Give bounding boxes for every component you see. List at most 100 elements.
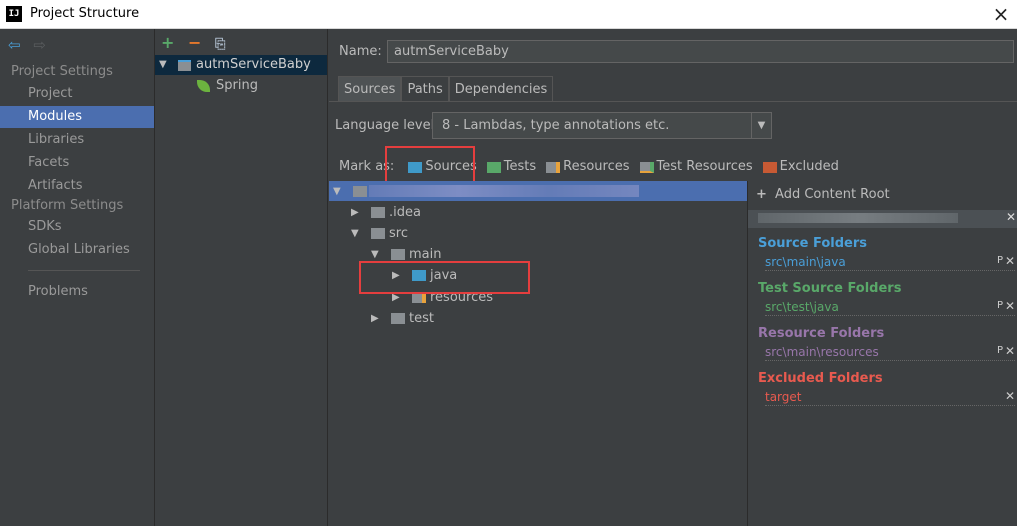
content-roots-panel: + Add Content Root ✕ Source Folders src\… bbox=[747, 181, 1017, 526]
test-source-folders-header: Test Source Folders bbox=[758, 281, 902, 296]
module-folder-icon bbox=[178, 60, 191, 71]
facet-row[interactable]: Spring bbox=[155, 76, 327, 96]
redacted-path bbox=[758, 213, 958, 223]
source-folder-entry[interactable]: src\main\java P ✕ bbox=[765, 254, 1015, 271]
test-folder-icon bbox=[486, 161, 501, 173]
modules-toolbar: + − ⎘ bbox=[161, 33, 225, 52]
nav-item-sdks[interactable]: SDKs bbox=[0, 216, 154, 238]
mark-test-resources-button[interactable]: Test Resources bbox=[639, 158, 753, 176]
add-content-root-label: Add Content Root bbox=[775, 187, 890, 202]
tree-row-src[interactable]: ▼ src bbox=[351, 223, 408, 244]
tree-label-idea: .idea bbox=[389, 205, 421, 220]
remove-icon[interactable]: ✕ bbox=[1005, 344, 1015, 358]
folder-icon bbox=[371, 207, 385, 218]
mark-test-resources-label: Test Resources bbox=[656, 159, 753, 174]
intellij-app-icon: IJ bbox=[6, 6, 22, 22]
expand-arrow-icon[interactable]: ▶ bbox=[351, 202, 371, 223]
facet-name-label: Spring bbox=[216, 78, 258, 93]
expand-arrow-icon[interactable]: ▶ bbox=[371, 308, 391, 329]
collapse-arrow-icon[interactable]: ▼ bbox=[333, 181, 353, 202]
mark-excluded-label: Excluded bbox=[779, 159, 839, 174]
plus-icon: + bbox=[756, 187, 767, 202]
settings-nav: ⇦ ⇨ Project Settings Project Modules Lib… bbox=[0, 29, 155, 526]
collapse-arrow-icon[interactable]: ▼ bbox=[351, 223, 371, 244]
excluded-folder-entry[interactable]: target ✕ bbox=[765, 389, 1015, 406]
nav-item-global-libraries[interactable]: Global Libraries bbox=[0, 239, 154, 261]
forward-arrow-icon[interactable]: ⇨ bbox=[33, 36, 46, 54]
test-source-folder-entry[interactable]: src\test\java P ✕ bbox=[765, 299, 1015, 316]
add-content-root-button[interactable]: + Add Content Root bbox=[756, 187, 890, 202]
source-folders-header: Source Folders bbox=[758, 236, 868, 251]
add-icon[interactable]: + bbox=[161, 33, 174, 52]
properties-icon[interactable]: P bbox=[997, 300, 1003, 311]
project-settings-header: Project Settings bbox=[11, 64, 113, 79]
language-level-label: Language level: bbox=[335, 118, 439, 133]
nav-item-libraries[interactable]: Libraries bbox=[0, 129, 154, 151]
spring-leaf-icon bbox=[197, 80, 210, 92]
remove-icon[interactable]: ✕ bbox=[1005, 389, 1015, 403]
excluded-folders-header: Excluded Folders bbox=[758, 371, 883, 386]
tree-label-src: src bbox=[389, 226, 408, 241]
chevron-down-icon[interactable]: ▼ bbox=[751, 113, 771, 138]
mark-resources-label: Resources bbox=[563, 159, 630, 174]
folder-icon bbox=[391, 249, 405, 260]
mark-tests-label: Tests bbox=[503, 159, 537, 174]
module-row[interactable]: ▼ autmServiceBaby bbox=[155, 55, 327, 75]
tree-row-idea[interactable]: ▶ .idea bbox=[351, 202, 421, 223]
language-level-select[interactable]: 8 - Lambdas, type annotations etc. ▼ bbox=[432, 112, 772, 139]
resource-folders-header: Resource Folders bbox=[758, 326, 885, 341]
nav-item-problems[interactable]: Problems bbox=[0, 281, 154, 303]
highlight-box-java bbox=[359, 261, 530, 294]
content-root-path-bar: ✕ bbox=[748, 210, 1017, 228]
test-source-folder-path: src\test\java bbox=[765, 300, 839, 314]
properties-icon[interactable]: P bbox=[997, 345, 1003, 356]
language-level-value: 8 - Lambdas, type annotations etc. bbox=[442, 118, 670, 133]
title-bar: IJ Project Structure × bbox=[0, 0, 1017, 29]
nav-item-facets[interactable]: Facets bbox=[0, 152, 154, 174]
folder-icon bbox=[371, 228, 385, 239]
tab-dependencies[interactable]: Dependencies bbox=[448, 76, 554, 101]
back-arrow-icon[interactable]: ⇦ bbox=[8, 36, 21, 54]
remove-root-icon[interactable]: ✕ bbox=[1006, 210, 1016, 224]
content-tree: ▼ ▶ .idea ▼ src ▼ main ▶ java ▶ resource… bbox=[329, 181, 747, 526]
folder-icon bbox=[353, 186, 367, 197]
properties-icon[interactable]: P bbox=[997, 255, 1003, 266]
tree-row-test[interactable]: ▶ test bbox=[371, 308, 434, 329]
nav-arrows: ⇦ ⇨ bbox=[8, 36, 46, 54]
resource-folder-path: src\main\resources bbox=[765, 345, 879, 359]
copy-icon[interactable]: ⎘ bbox=[215, 37, 225, 52]
tab-divider bbox=[329, 101, 1017, 102]
resource-folder-entry[interactable]: src\main\resources P ✕ bbox=[765, 344, 1015, 361]
nav-item-modules[interactable]: Modules bbox=[0, 106, 154, 128]
nav-item-project[interactable]: Project bbox=[0, 83, 154, 105]
mark-excluded-button[interactable]: Excluded bbox=[762, 158, 839, 176]
module-settings-panel: Name: autmServiceBaby Sources Paths Depe… bbox=[329, 29, 1017, 526]
close-icon[interactable]: × bbox=[989, 2, 1013, 26]
tree-label-test: test bbox=[409, 311, 434, 326]
mark-resources-button[interactable]: Resources bbox=[546, 158, 630, 176]
mark-tests-button[interactable]: Tests bbox=[486, 158, 537, 176]
nav-item-artifacts[interactable]: Artifacts bbox=[0, 175, 154, 197]
expand-arrow-icon[interactable]: ▼ bbox=[159, 55, 167, 75]
resource-folder-icon bbox=[546, 161, 561, 173]
module-name-label: autmServiceBaby bbox=[196, 57, 311, 72]
remove-icon[interactable]: − bbox=[188, 33, 201, 52]
nav-divider bbox=[28, 270, 140, 271]
window-title: Project Structure bbox=[30, 6, 140, 21]
remove-icon[interactable]: ✕ bbox=[1005, 299, 1015, 313]
modules-panel: + − ⎘ ▼ autmServiceBaby Spring bbox=[155, 29, 328, 526]
test-resource-folder-icon bbox=[639, 161, 654, 173]
source-folder-path: src\main\java bbox=[765, 255, 846, 269]
remove-icon[interactable]: ✕ bbox=[1005, 254, 1015, 268]
tree-row-root[interactable]: ▼ bbox=[329, 181, 747, 201]
tab-sources[interactable]: Sources bbox=[338, 76, 402, 101]
name-label: Name: bbox=[339, 44, 382, 59]
redacted-path bbox=[369, 185, 639, 197]
folder-icon bbox=[391, 313, 405, 324]
module-name-field[interactable]: autmServiceBaby bbox=[387, 40, 1014, 63]
platform-settings-header: Platform Settings bbox=[11, 198, 124, 213]
excluded-folder-icon bbox=[762, 161, 777, 173]
tab-paths[interactable]: Paths bbox=[401, 76, 449, 101]
highlight-box-sources bbox=[385, 146, 475, 184]
tree-root-node: ▼ bbox=[333, 181, 371, 202]
